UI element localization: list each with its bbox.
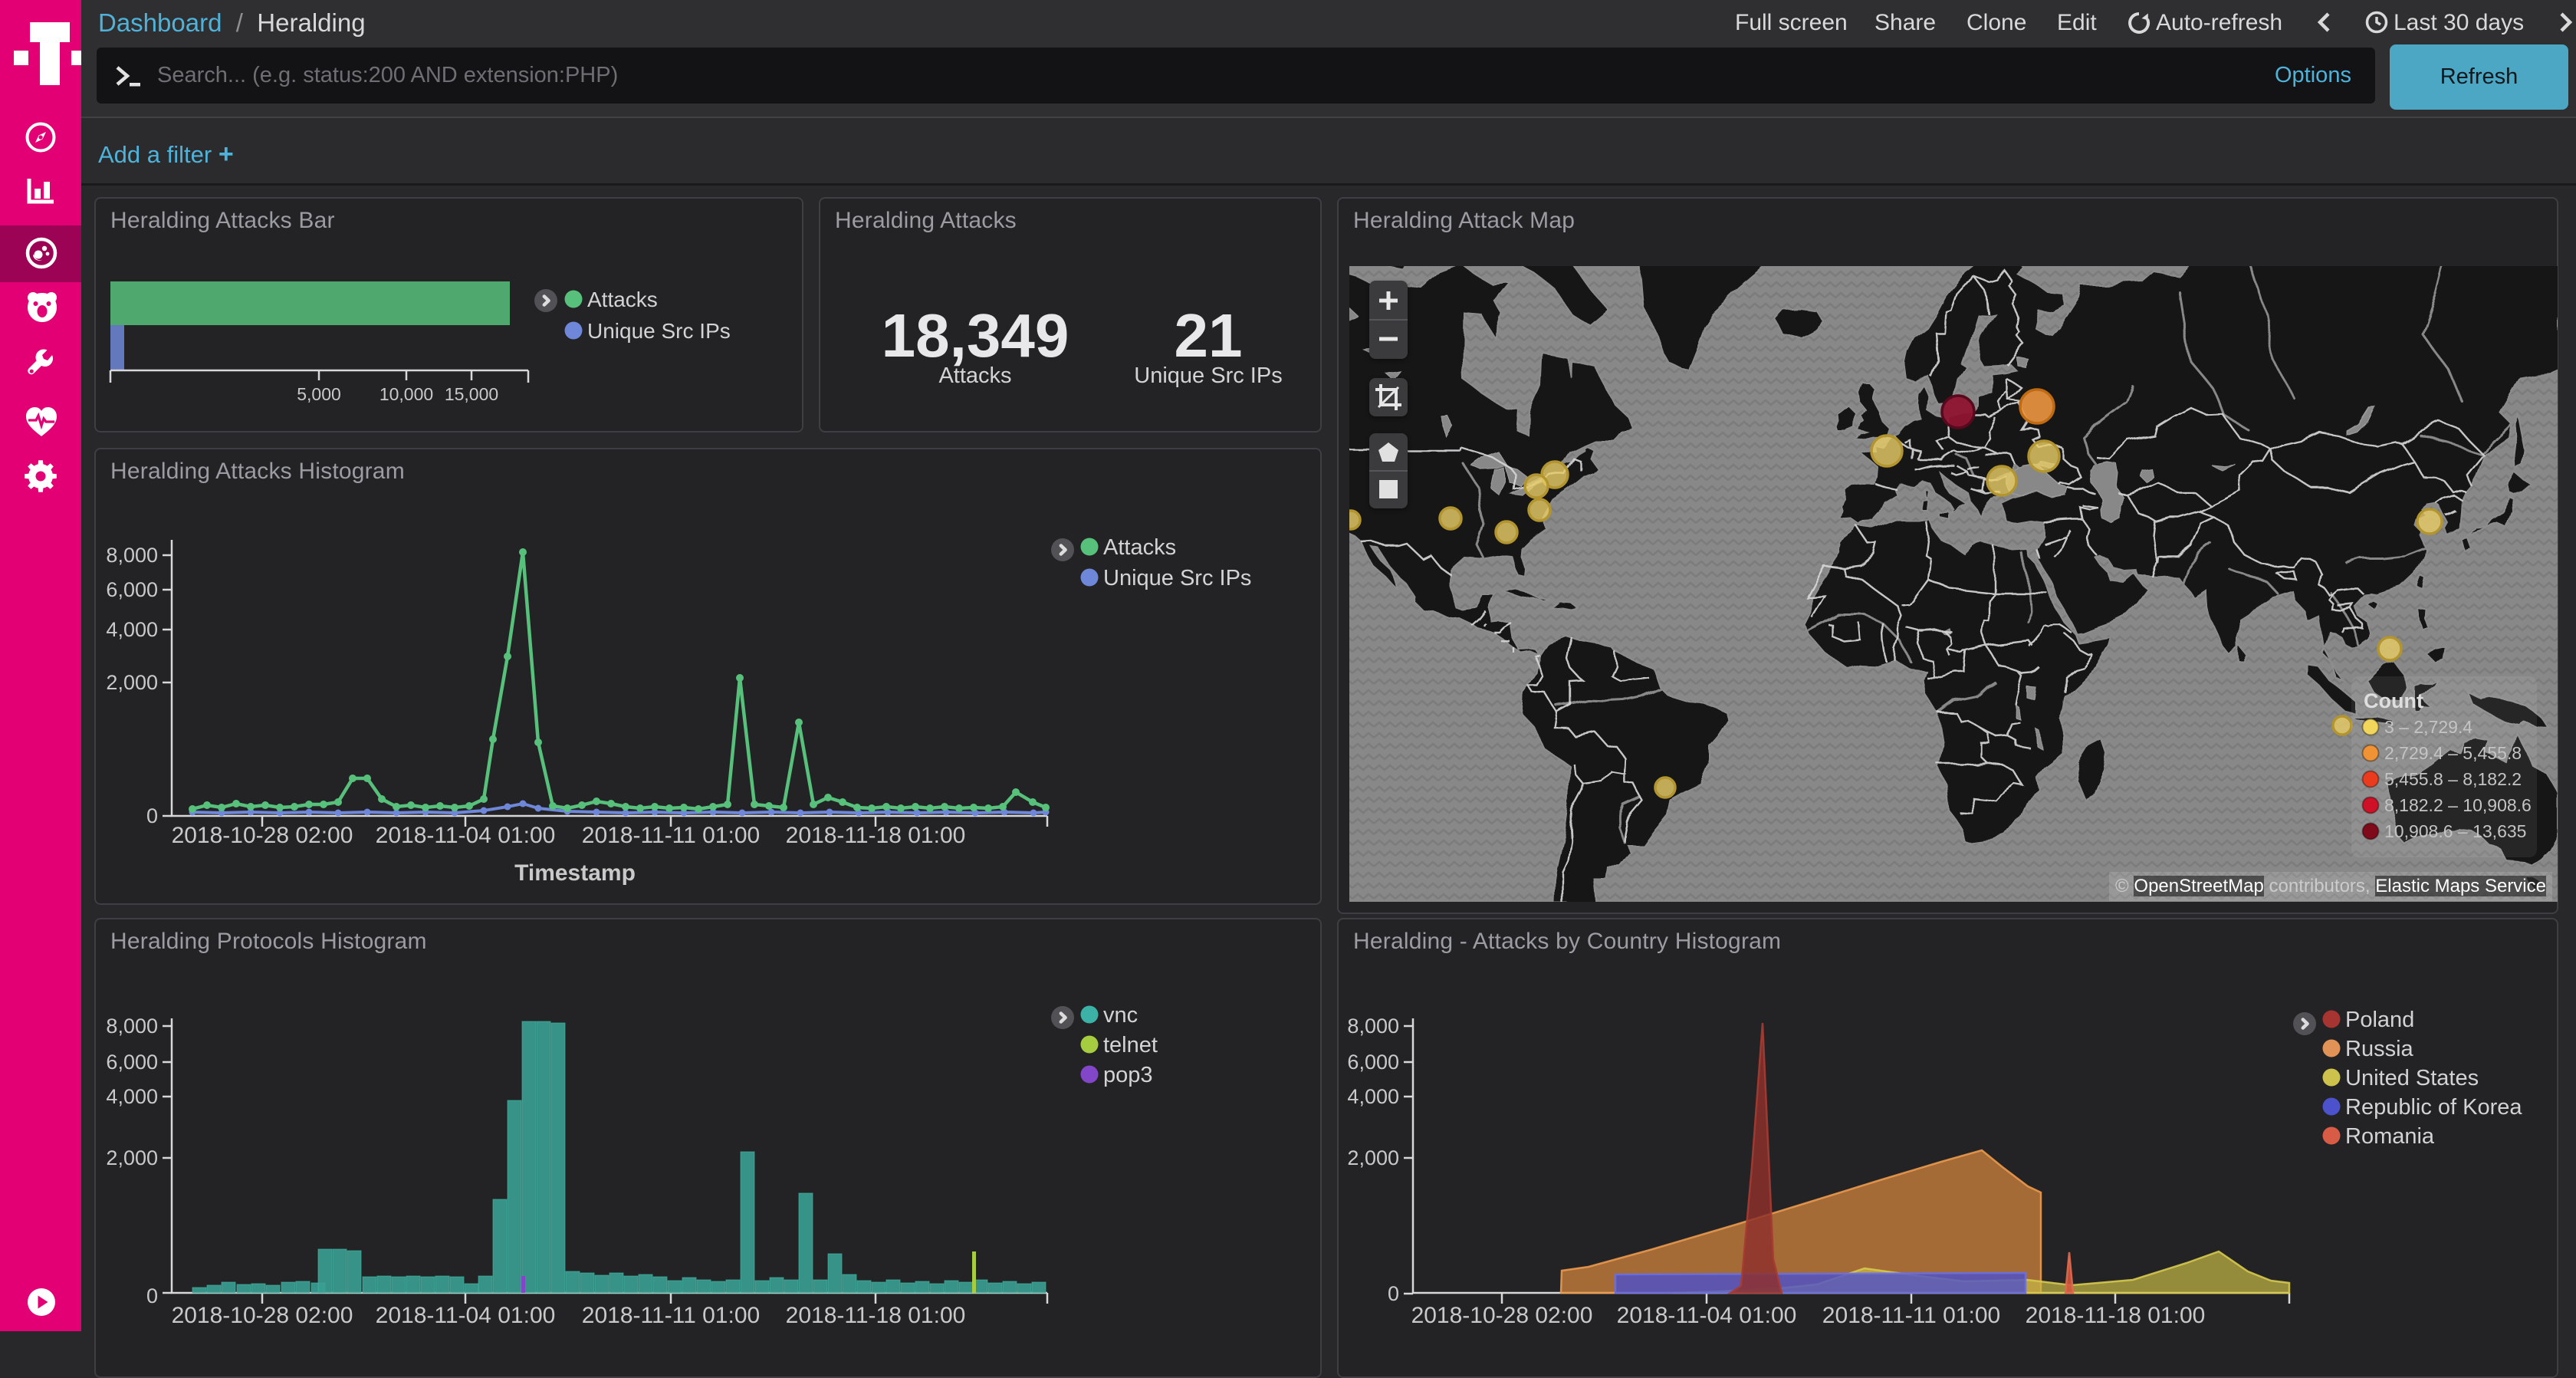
svg-text:5,455.8 – 8,182.2: 5,455.8 – 8,182.2 [2384, 769, 2522, 789]
svg-text:Unique Src IPs: Unique Src IPs [587, 319, 731, 343]
svg-text:6,000: 6,000 [106, 578, 158, 601]
svg-text:2,000: 2,000 [106, 671, 158, 694]
svg-text:2018-11-04 01:00: 2018-11-04 01:00 [376, 823, 556, 848]
svg-text:Unique Src IPs: Unique Src IPs [1134, 363, 1282, 388]
svg-text:0: 0 [146, 1284, 158, 1307]
svg-text:6,000: 6,000 [1347, 1051, 1399, 1074]
svg-text:Attacks: Attacks [587, 288, 658, 311]
svg-text:Poland: Poland [2345, 1008, 2414, 1032]
svg-text:Unique Src IPs: Unique Src IPs [1103, 566, 1251, 590]
svg-text:2018-11-18 01:00: 2018-11-18 01:00 [786, 1303, 966, 1328]
svg-text:2018-11-18 01:00: 2018-11-18 01:00 [786, 823, 966, 848]
svg-text:4,000: 4,000 [106, 618, 158, 641]
svg-text:2018-11-11 01:00: 2018-11-11 01:00 [582, 1303, 760, 1328]
svg-text:pop3: pop3 [1103, 1063, 1153, 1087]
svg-text:8,000: 8,000 [106, 1015, 158, 1038]
svg-text:2018-10-28 02:00: 2018-10-28 02:00 [172, 1303, 353, 1328]
svg-text:8,000: 8,000 [106, 544, 158, 567]
svg-text:3 – 2,729.4: 3 – 2,729.4 [2384, 717, 2472, 737]
svg-text:United States: United States [2345, 1066, 2479, 1090]
svg-text:21: 21 [1175, 301, 1243, 370]
svg-text:0: 0 [1388, 1282, 1399, 1305]
svg-text:2018-10-28 02:00: 2018-10-28 02:00 [1411, 1303, 1593, 1328]
svg-text:8,000: 8,000 [1347, 1015, 1399, 1038]
svg-text:2018-10-28 02:00: 2018-10-28 02:00 [172, 823, 353, 848]
svg-text:6,000: 6,000 [106, 1051, 158, 1074]
svg-text:2018-11-11 01:00: 2018-11-11 01:00 [582, 823, 760, 848]
svg-text:8,182.2 – 10,908.6: 8,182.2 – 10,908.6 [2384, 795, 2532, 815]
svg-text:2018-11-04 01:00: 2018-11-04 01:00 [1617, 1303, 1797, 1328]
svg-text:4,000: 4,000 [1347, 1085, 1399, 1108]
svg-text:0: 0 [146, 804, 158, 827]
svg-text:4,000: 4,000 [106, 1085, 158, 1108]
svg-text:2,000: 2,000 [1347, 1146, 1399, 1169]
svg-text:Russia: Russia [2345, 1037, 2414, 1061]
svg-text:2018-11-18 01:00: 2018-11-18 01:00 [2026, 1303, 2206, 1328]
svg-text:vnc: vnc [1103, 1003, 1138, 1028]
svg-text:Attacks: Attacks [938, 363, 1011, 388]
svg-text:2018-11-11 01:00: 2018-11-11 01:00 [1822, 1303, 2000, 1328]
svg-text:5,000: 5,000 [297, 384, 341, 404]
svg-text:telnet: telnet [1103, 1033, 1158, 1057]
svg-text:10,908.6 – 13,635: 10,908.6 – 13,635 [2384, 821, 2526, 841]
svg-text:2,729.4 – 5,455.8: 2,729.4 – 5,455.8 [2384, 743, 2522, 763]
svg-text:Romania: Romania [2345, 1124, 2435, 1149]
svg-text:2018-11-04 01:00: 2018-11-04 01:00 [376, 1303, 556, 1328]
svg-text:Attacks: Attacks [1103, 535, 1176, 560]
svg-text:Republic of Korea: Republic of Korea [2345, 1095, 2522, 1120]
svg-text:2,000: 2,000 [106, 1146, 158, 1169]
svg-text:18,349: 18,349 [882, 301, 1070, 370]
svg-text:15,000: 15,000 [445, 384, 498, 404]
svg-text:10,000: 10,000 [380, 384, 433, 404]
svg-text:Timestamp: Timestamp [514, 860, 636, 886]
